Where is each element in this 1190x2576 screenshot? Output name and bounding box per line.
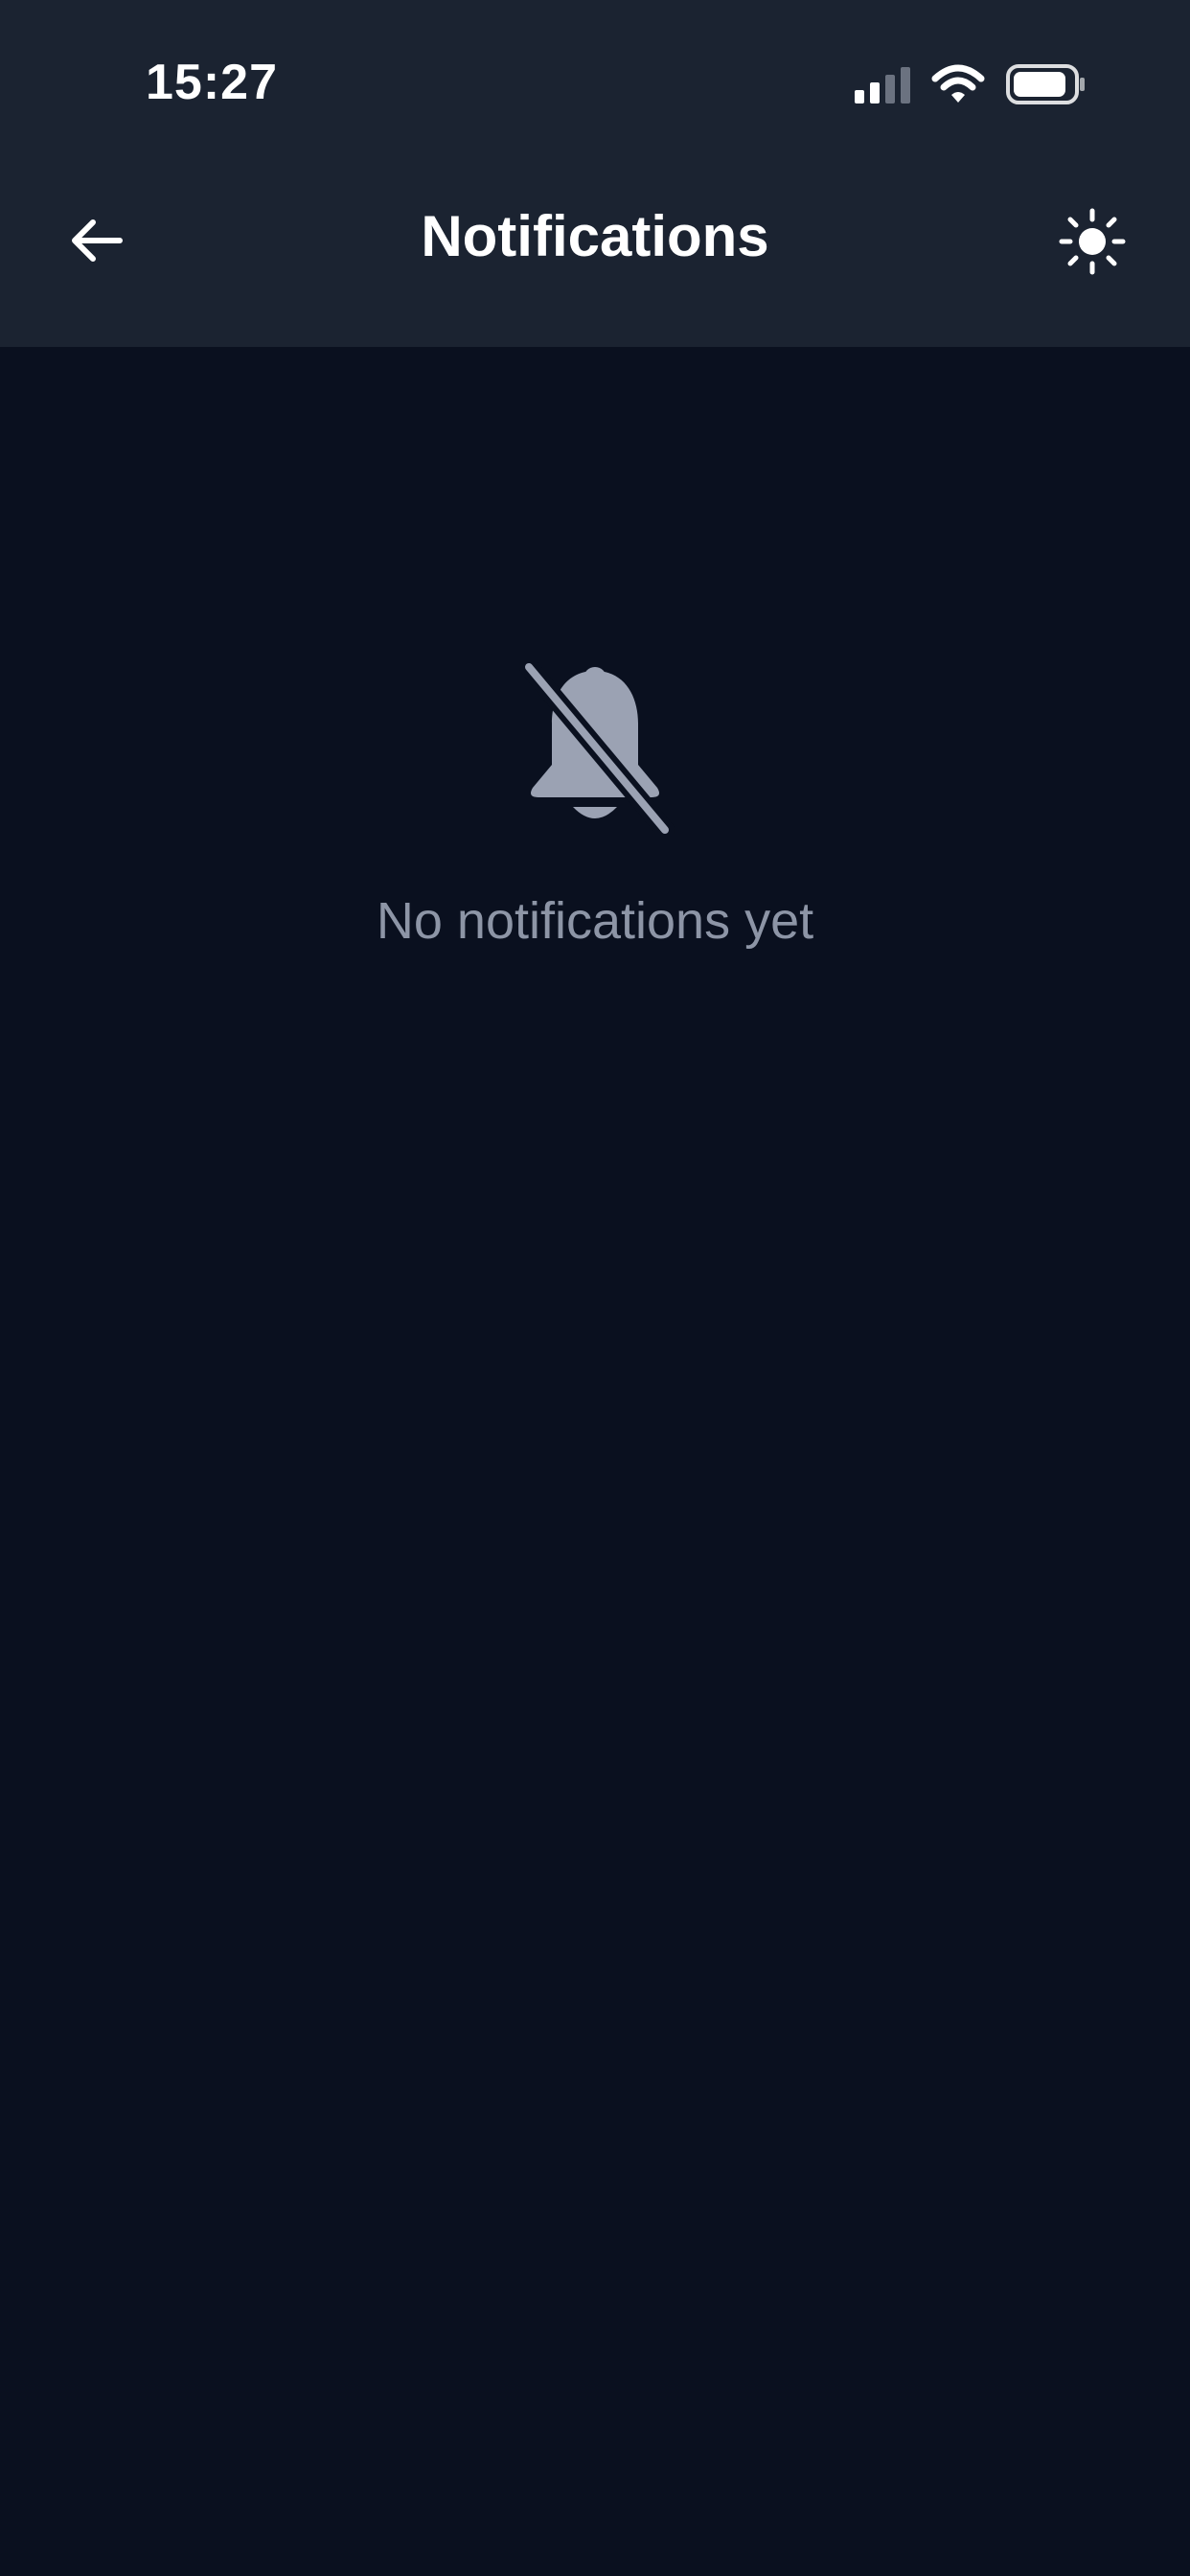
- signal-icon: [855, 67, 910, 104]
- theme-toggle-button[interactable]: [1052, 201, 1133, 282]
- bell-off-icon: [519, 661, 675, 834]
- wifi-icon: [931, 64, 985, 103]
- empty-state: No notifications yet: [0, 661, 1190, 951]
- battery-icon: [1006, 64, 1085, 104]
- page-title: Notifications: [421, 204, 769, 268]
- app-header: 15:27 Notifications: [0, 0, 1190, 347]
- empty-state-message: No notifications yet: [376, 892, 814, 950]
- sun-icon: [1059, 208, 1126, 275]
- status-time: 15:27: [146, 55, 278, 110]
- notifications-screen: 15:27 Notifications No notifications yet: [0, 0, 1190, 2576]
